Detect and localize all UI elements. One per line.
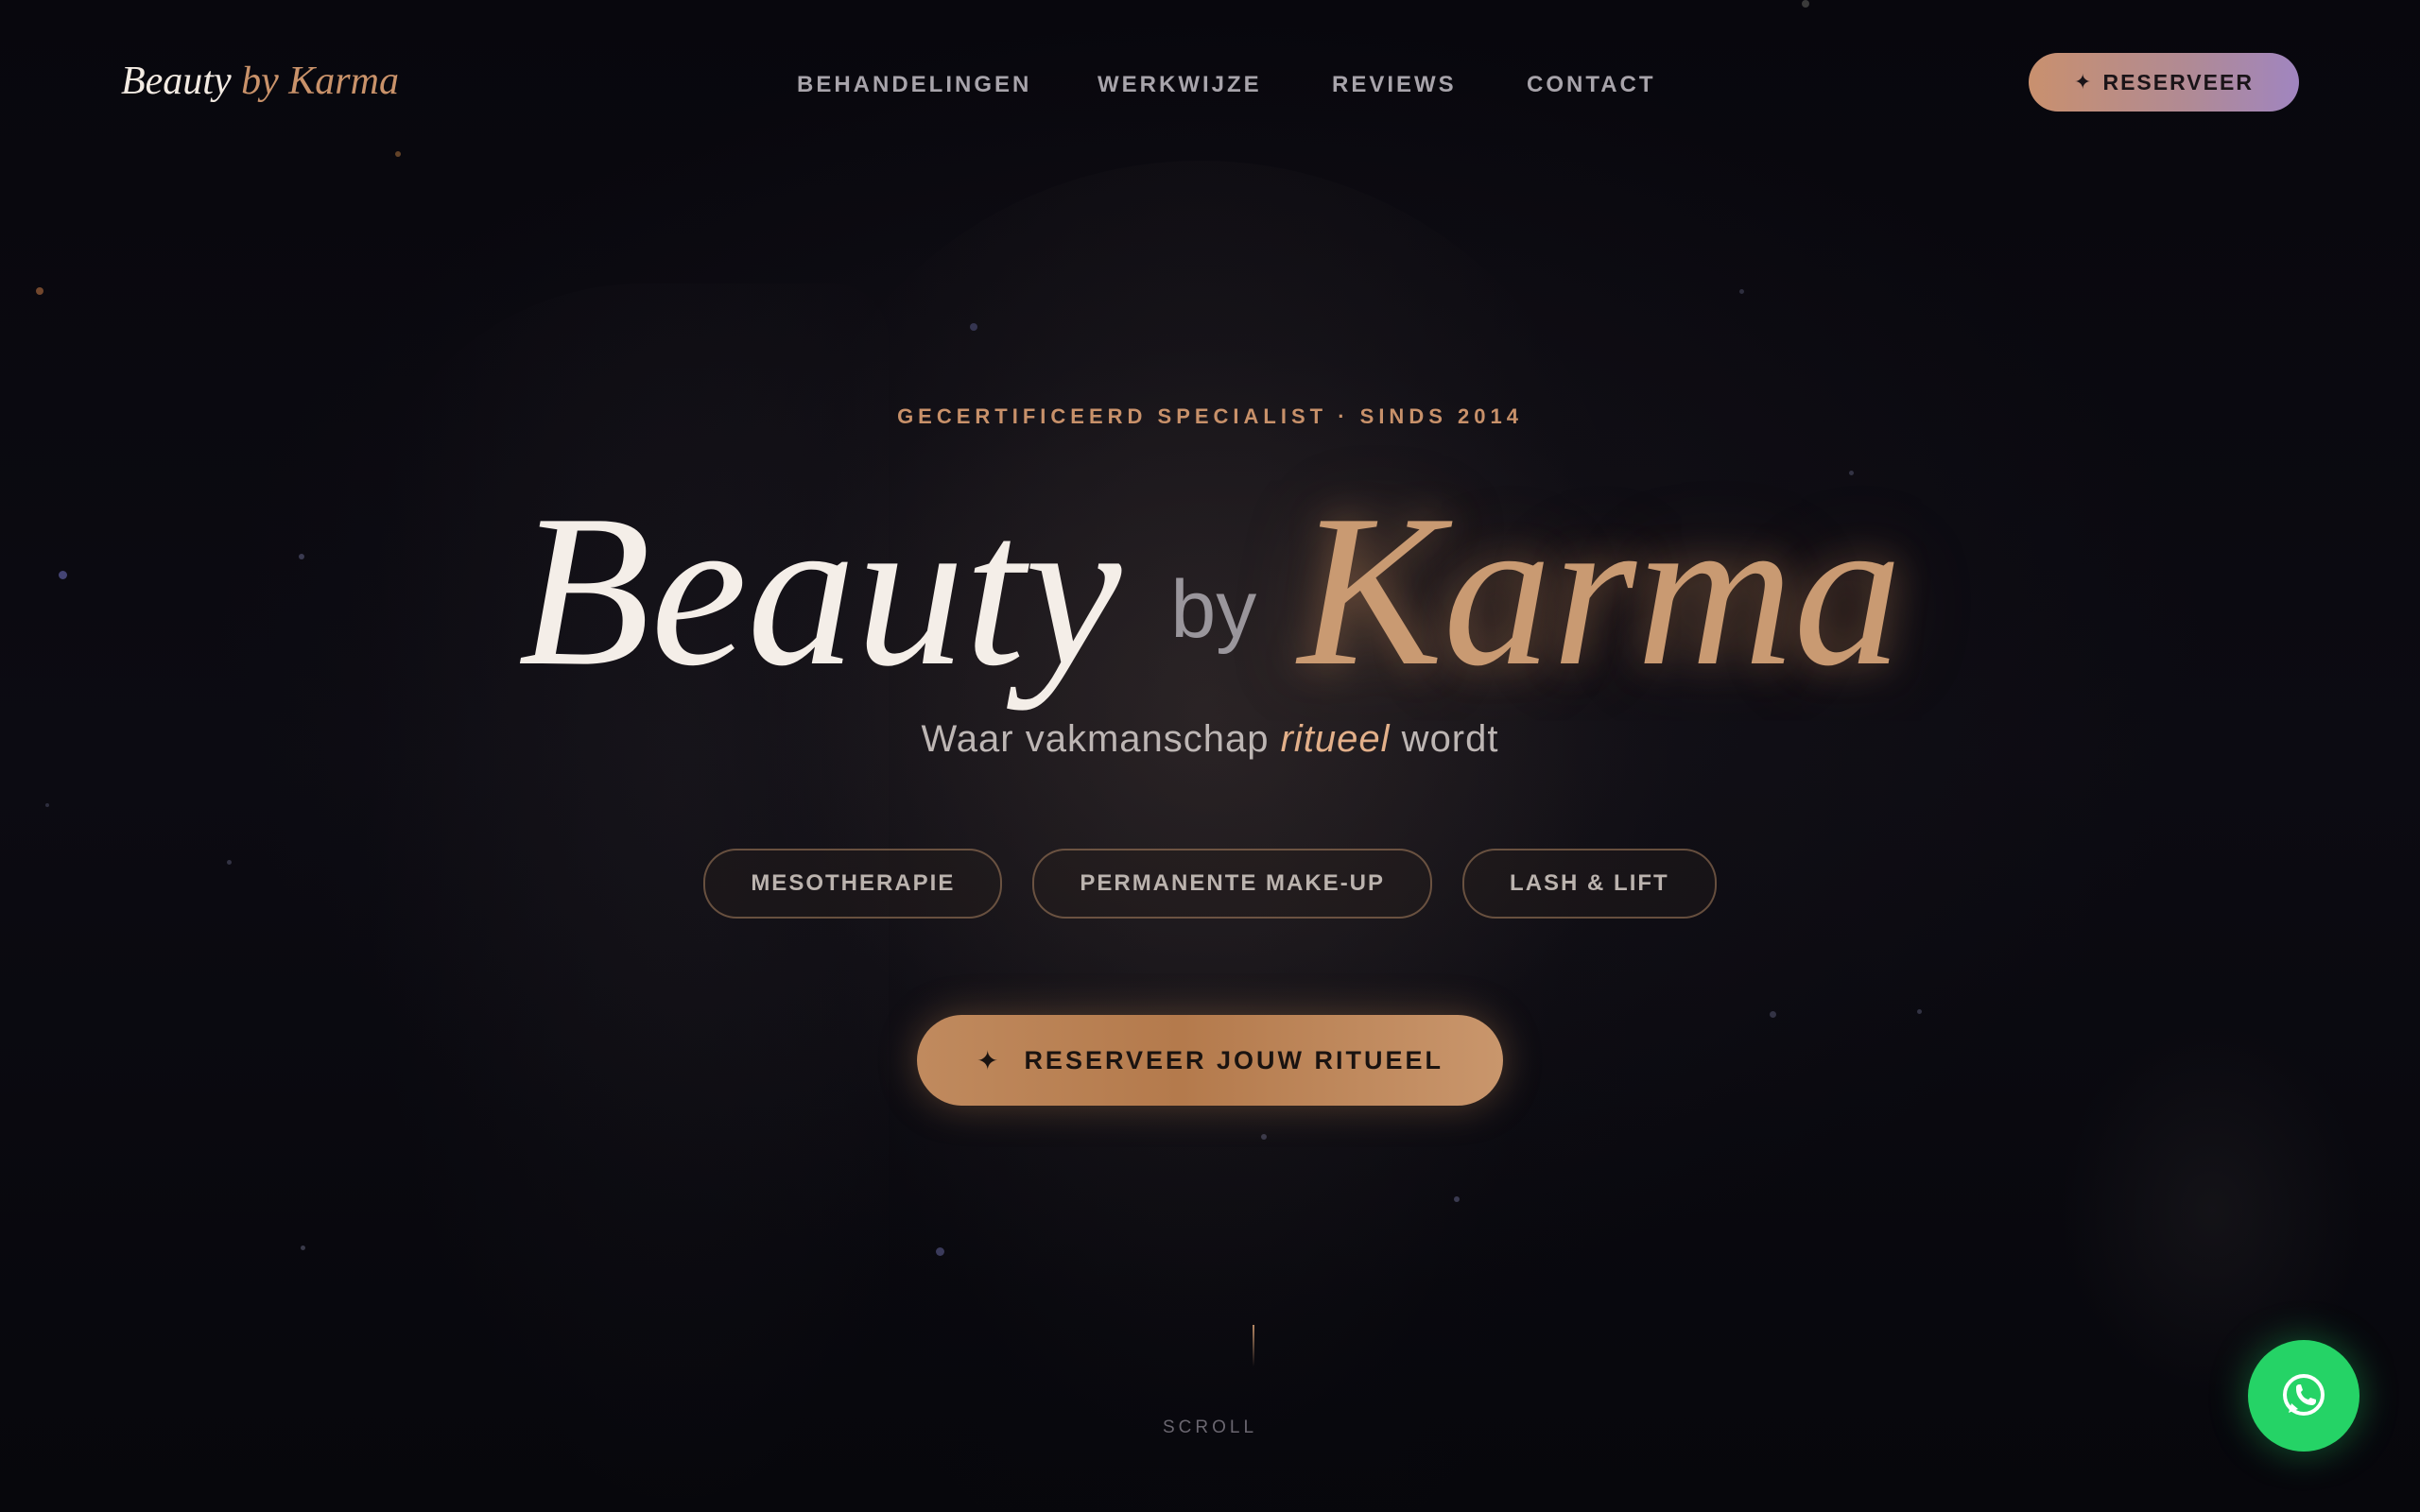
hero-tagline: Waar vakmanschap ritueel wordt <box>0 718 2420 761</box>
hero-title: Beauty by Karma <box>0 482 2420 699</box>
sparkle-icon: ✦ <box>976 1045 1002 1075</box>
particle <box>1261 1134 1267 1140</box>
particle <box>1770 1011 1776 1018</box>
scroll-label: SCROLL <box>1162 1418 1258 1437</box>
particle <box>1739 289 1744 294</box>
treatment-pills: MESOTHERAPIE PERMANENTE MAKE-UP LASH & L… <box>0 849 2420 919</box>
nav-link-contact[interactable]: CONTACT <box>1527 72 1656 98</box>
pill-lash-lift[interactable]: LASH & LIFT <box>1462 849 1717 919</box>
particle <box>395 151 401 157</box>
nav-logo-main: Beauty <box>121 60 232 103</box>
pill-permanente-make-up[interactable]: PERMANENTE MAKE-UP <box>1032 849 1433 919</box>
book-ritual-button[interactable]: ✦ RESERVEER JOUW RITUEEL <box>917 1015 1503 1106</box>
background-portrait <box>775 161 1626 1512</box>
reserve-button[interactable]: ✦ RESERVEER <box>2029 53 2299 112</box>
hero-title-beauty: Beauty <box>517 470 1122 711</box>
tagline-before: Waar vakmanschap <box>921 718 1281 760</box>
hero-eyebrow: GECERTIFICEERD SPECIALIST · SINDS 2014 <box>897 404 1523 428</box>
particle <box>970 323 977 331</box>
nav-link-reviews[interactable]: REVIEWS <box>1332 72 1457 98</box>
nav-logo[interactable]: Beauty by Karma <box>121 59 399 104</box>
book-ritual-button-label: RESERVEER JOUW RITUEEL <box>1024 1045 1444 1074</box>
particle <box>936 1247 944 1256</box>
particle <box>301 1246 305 1250</box>
hero-title-karma: Karma <box>1298 470 1903 711</box>
sparkle-icon: ✦ <box>2074 70 2094 94</box>
scroll-indicator-line <box>1253 1325 1254 1366</box>
nav-link-werkwijze[interactable]: WERKWIJZE <box>1098 72 1262 98</box>
particle <box>1802 0 1809 8</box>
tagline-emphasis: ritueel <box>1280 718 1391 760</box>
particle <box>1917 1009 1922 1014</box>
particle <box>36 287 43 295</box>
whatsapp-icon <box>2283 1374 2325 1416</box>
tagline-after: wordt <box>1390 718 1499 760</box>
hero-title-by: by <box>1170 564 1257 655</box>
nav-link-behandelingen[interactable]: BEHANDELINGEN <box>797 72 1031 98</box>
hero-page: Beauty by Karma BEHANDELINGEN WERKWIJZE … <box>0 0 2420 1512</box>
whatsapp-button[interactable] <box>2248 1340 2360 1452</box>
reserve-button-label: RESERVEER <box>2102 69 2254 94</box>
particle <box>1454 1196 1460 1202</box>
pill-mesotherapie[interactable]: MESOTHERAPIE <box>703 849 1003 919</box>
nav-logo-accent: by Karma <box>241 60 399 103</box>
particle <box>45 803 49 807</box>
